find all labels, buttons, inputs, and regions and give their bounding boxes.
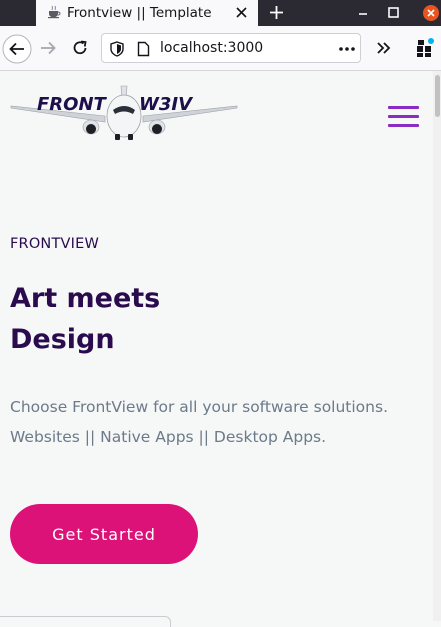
scrollbar-thumb[interactable] [435,75,440,117]
browser-tab-bar: Frontview || Template [0,0,441,26]
teacup-icon [48,5,61,19]
tab-title: Frontview || Template [67,5,212,21]
reload-icon[interactable] [70,38,90,58]
headline-line-2: Design [10,324,115,355]
hero-headline: Art meets Design [10,278,210,360]
logo-text-right: W3IV [139,94,194,115]
next-section-card-edge [0,616,171,627]
forward-arrow-icon[interactable] [38,38,58,58]
url-bar[interactable]: localhost:3000 [101,33,361,63]
window-close-icon [427,9,435,17]
maximize-icon[interactable] [379,0,409,26]
hero-description: Choose FrontView for all your software s… [10,392,430,452]
shield-icon[interactable] [110,41,124,57]
menu-bar-icon [388,106,419,109]
get-started-button[interactable]: Get Started [10,504,198,564]
logo-text-left: FRONT [37,94,108,115]
frontview-logo[interactable]: FRONT W3IV [9,78,239,144]
back-arrow-icon[interactable] [2,34,32,64]
browser-tab[interactable]: Frontview || Template [36,0,258,26]
menu-bar-icon [388,115,419,118]
description-line-1: Choose FrontView for all your software s… [10,398,388,416]
hamburger-menu-button[interactable] [388,106,420,128]
new-tab-icon[interactable] [268,4,285,21]
window-close-button[interactable] [423,5,439,21]
browser-navigation-bar: localhost:3000 [0,26,441,71]
headline-line-1: Art meets [10,283,161,314]
hero-eyebrow: FRONTVIEW [10,236,100,252]
more-icon[interactable] [338,46,356,52]
page-icon[interactable] [137,41,150,57]
minimize-icon[interactable] [348,0,378,26]
menu-bar-icon [388,124,419,127]
close-tab-icon[interactable] [235,6,248,19]
url-text: localhost:3000 [160,40,264,56]
extensions-icon[interactable] [414,37,436,59]
overflow-chevrons-icon[interactable] [374,38,394,58]
description-line-2: Websites || Native Apps || Desktop Apps. [10,428,327,446]
page-scrollbar[interactable] [433,71,441,621]
